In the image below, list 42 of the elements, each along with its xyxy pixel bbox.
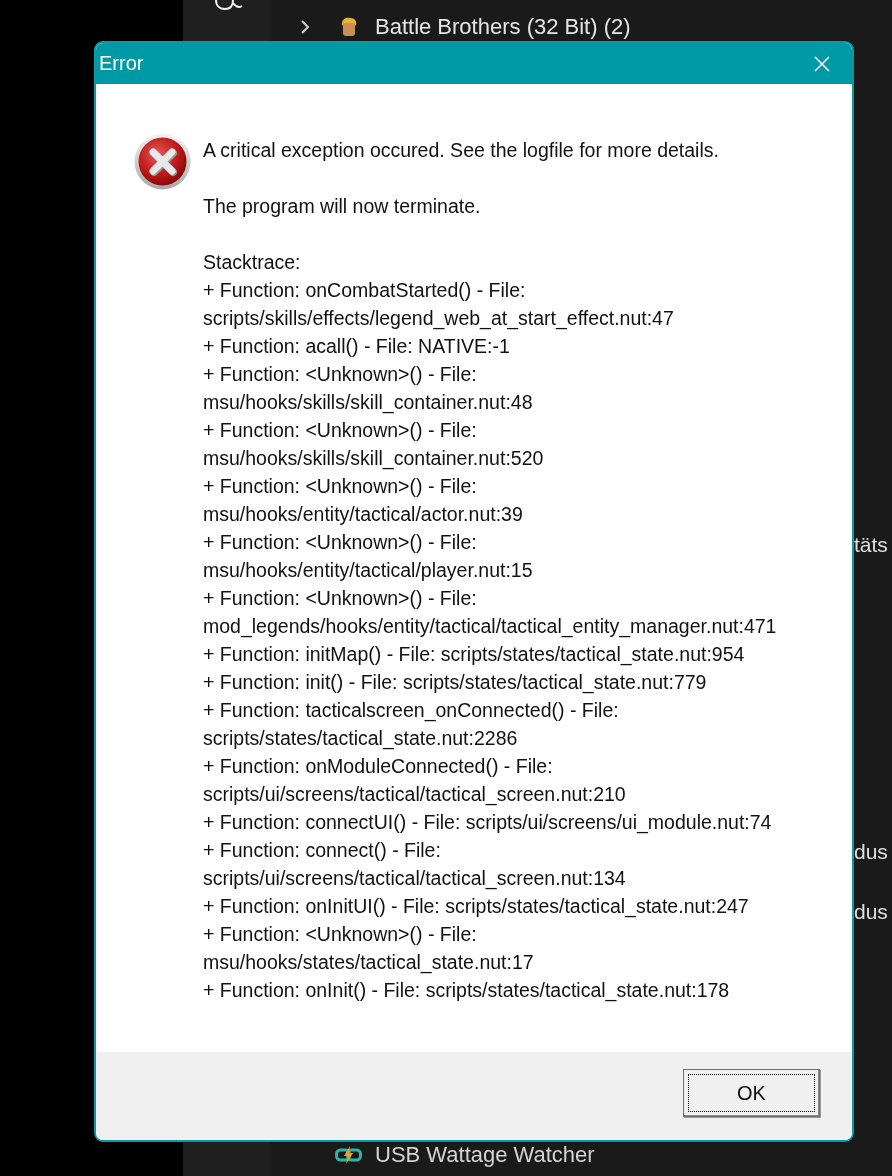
stacktrace-line: + Function: onCombatStarted() - File: (203, 278, 527, 303)
stacktrace-line: + Function: <Unknown>() - File: (203, 586, 478, 611)
stacktrace-line: + Function: connect() - File: (203, 838, 442, 863)
stacktrace-line: msu/hooks/entity/tactical/actor.nut:39 (203, 502, 524, 527)
stacktrace-line: + Function: onModuleConnected() - File: (203, 754, 554, 779)
character-icon (340, 17, 358, 37)
cropped-text: dus (854, 839, 888, 865)
stacktrace-line: + Function: <Unknown>() - File: (203, 530, 478, 555)
stacktrace-line: msu/hooks/skills/skill_container.nut:48 (203, 390, 534, 416)
stacktrace-line: scripts/states/tactical_state.nut:2286 (203, 726, 519, 752)
stacktrace-line: + Function: <Unknown>() - File: (203, 362, 478, 387)
app-list-label: Battle Brothers (32 Bit) (2) (375, 14, 631, 40)
stacktrace-line: + Function: init() - File: scripts/states/tactical_state.nut:779 (203, 670, 708, 696)
charging-icon (335, 1146, 362, 1164)
cropped-text: täts (854, 532, 888, 558)
stacktrace-line: msu/hooks/entity/tactical/player.nut:15 (203, 558, 534, 583)
stacktrace-line: + Function: tacticalscreen_onConnected() - File: (203, 698, 620, 724)
stacktrace-label: Stacktrace: (203, 250, 302, 275)
stacktrace-line: + Function: <Unknown>() - File: (203, 474, 478, 499)
stacktrace-line: + Function: connectUI() - File: scripts/ui/screens/ui_module.nut:74 (203, 810, 773, 836)
stacktrace-line: + Function: <Unknown>() - File: (203, 922, 478, 947)
loop-icon (212, 0, 244, 11)
stacktrace-line: + Function: onInit() - File: scripts/states/tactical_state.nut:178 (203, 978, 731, 1004)
stacktrace-line: mod_legends/hooks/entity/tactical/tactical_entity_manager.nut:471 (203, 614, 777, 640)
stacktrace-line: + Function: onInitUI() - File: scripts/states/tactical_state.nut:247 (203, 894, 750, 920)
window-title: Error (99, 52, 144, 75)
app-list-label: USB Wattage Watcher (375, 1142, 595, 1168)
chevron-icon[interactable] (300, 20, 310, 34)
stacktrace-line: msu/hooks/states/tactical_state.nut:17 (203, 950, 535, 976)
close-icon (814, 55, 830, 72)
stacktrace-line: msu/hooks/skills/skill_container.nut:520 (203, 446, 545, 472)
message-text: The program will now terminate. (203, 194, 482, 219)
stacktrace-line: + Function: acall() - File: NATIVE:-1 (203, 334, 511, 359)
error-icon (134, 133, 191, 190)
ok-button[interactable]: OK (683, 1069, 820, 1117)
stacktrace-line: scripts/ui/screens/tactical/tactical_screen.nut:210 (203, 782, 627, 808)
stacktrace-line: + Function: initMap() - File: scripts/states/tactical_state.nut:954 (203, 642, 746, 668)
cropped-text: dus (854, 899, 888, 925)
stacktrace-line: scripts/ui/screens/tactical/tactical_screen.nut:134 (203, 866, 627, 892)
stacktrace-line: scripts/skills/effects/legend_web_at_start_effect.nut:47 (203, 306, 675, 332)
message-text: A critical exception occured. See the logfile for more details. (203, 138, 720, 163)
stacktrace-line: + Function: <Unknown>() - File: (203, 418, 478, 443)
